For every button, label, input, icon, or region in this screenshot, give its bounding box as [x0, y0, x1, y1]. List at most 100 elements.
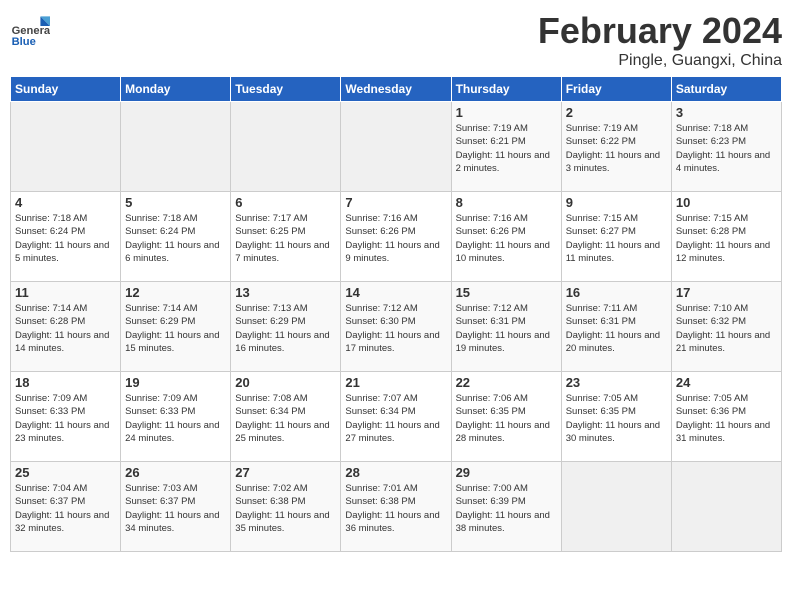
calendar-cell: 4 Sunrise: 7:18 AMSunset: 6:24 PMDaylight… — [11, 192, 121, 282]
day-info: Sunrise: 7:01 AMSunset: 6:38 PMDaylight:… — [345, 482, 446, 535]
day-number: 24 — [676, 375, 777, 390]
month-title: February 2024 — [538, 10, 782, 52]
calendar-cell: 5 Sunrise: 7:18 AMSunset: 6:24 PMDaylight… — [121, 192, 231, 282]
day-info: Sunrise: 7:08 AMSunset: 6:34 PMDaylight:… — [235, 392, 336, 445]
calendar-cell: 18 Sunrise: 7:09 AMSunset: 6:33 PMDayligh… — [11, 372, 121, 462]
day-number: 29 — [456, 465, 557, 480]
calendar-cell: 22Sunrise: 7:06 AMSunset: 6:35 PMDayligh… — [451, 372, 561, 462]
calendar-cell: 27 Sunrise: 7:02 AMSunset: 6:38 PMDayligh… — [231, 462, 341, 552]
day-info: Sunrise: 7:07 AMSunset: 6:34 PMDaylight:… — [345, 392, 446, 445]
day-number: 12 — [125, 285, 226, 300]
day-info: Sunrise: 7:18 AMSunset: 6:24 PMDaylight:… — [125, 212, 226, 265]
day-info: Sunrise: 7:14 AMSunset: 6:29 PMDaylight:… — [125, 302, 226, 355]
day-number: 23 — [566, 375, 667, 390]
weekday-header-monday: Monday — [121, 77, 231, 102]
day-number: 2 — [566, 105, 667, 120]
day-number: 3 — [676, 105, 777, 120]
calendar-cell: 19 Sunrise: 7:09 AMSunset: 6:33 PMDayligh… — [121, 372, 231, 462]
calendar-cell — [231, 102, 341, 192]
calendar-cell: 7 Sunrise: 7:16 AMSunset: 6:26 PMDaylight… — [341, 192, 451, 282]
calendar-cell: 24 Sunrise: 7:05 AMSunset: 6:36 PMDayligh… — [671, 372, 781, 462]
calendar-cell: 9 Sunrise: 7:15 AMSunset: 6:27 PMDaylight… — [561, 192, 671, 282]
day-info: Sunrise: 7:09 AMSunset: 6:33 PMDaylight:… — [125, 392, 226, 445]
day-info: Sunrise: 7:19 AMSunset: 6:21 PMDaylight:… — [456, 122, 557, 175]
calendar-week-1: 1 Sunrise: 7:19 AMSunset: 6:21 PMDaylight… — [11, 102, 782, 192]
calendar-table: SundayMondayTuesdayWednesdayThursdayFrid… — [10, 76, 782, 552]
calendar-cell: 23Sunrise: 7:05 AMSunset: 6:35 PMDayligh… — [561, 372, 671, 462]
day-info: Sunrise: 7:10 AMSunset: 6:32 PMDaylight:… — [676, 302, 777, 355]
calendar-cell: 17 Sunrise: 7:10 AMSunset: 6:32 PMDayligh… — [671, 282, 781, 372]
calendar-cell: 11Sunrise: 7:14 AMSunset: 6:28 PMDayligh… — [11, 282, 121, 372]
day-number: 17 — [676, 285, 777, 300]
day-info: Sunrise: 7:12 AMSunset: 6:30 PMDaylight:… — [345, 302, 446, 355]
day-info: Sunrise: 7:09 AMSunset: 6:33 PMDaylight:… — [15, 392, 116, 445]
day-number: 11 — [15, 285, 116, 300]
title-area: February 2024 Pingle, Guangxi, China — [538, 10, 782, 70]
calendar-cell — [671, 462, 781, 552]
day-info: Sunrise: 7:16 AMSunset: 6:26 PMDaylight:… — [456, 212, 557, 265]
calendar-cell: 6Sunrise: 7:17 AMSunset: 6:25 PMDaylight… — [231, 192, 341, 282]
day-number: 22 — [456, 375, 557, 390]
calendar-cell: 14 Sunrise: 7:12 AMSunset: 6:30 PMDayligh… — [341, 282, 451, 372]
calendar-cell: 25 Sunrise: 7:04 AMSunset: 6:37 PMDayligh… — [11, 462, 121, 552]
day-number: 28 — [345, 465, 446, 480]
day-info: Sunrise: 7:18 AMSunset: 6:23 PMDaylight:… — [676, 122, 777, 175]
day-number: 20 — [235, 375, 336, 390]
svg-text:Blue: Blue — [12, 36, 36, 48]
day-info: Sunrise: 7:04 AMSunset: 6:37 PMDaylight:… — [15, 482, 116, 535]
day-number: 14 — [345, 285, 446, 300]
day-number: 16 — [566, 285, 667, 300]
weekday-header-friday: Friday — [561, 77, 671, 102]
logo-icon: General Blue — [10, 10, 50, 50]
calendar-week-4: 18 Sunrise: 7:09 AMSunset: 6:33 PMDayligh… — [11, 372, 782, 462]
day-info: Sunrise: 7:02 AMSunset: 6:38 PMDaylight:… — [235, 482, 336, 535]
day-number: 21 — [345, 375, 446, 390]
day-number: 25 — [15, 465, 116, 480]
calendar-cell: 28 Sunrise: 7:01 AMSunset: 6:38 PMDayligh… — [341, 462, 451, 552]
day-info: Sunrise: 7:00 AMSunset: 6:39 PMDaylight:… — [456, 482, 557, 535]
day-number: 26 — [125, 465, 226, 480]
day-number: 8 — [456, 195, 557, 210]
calendar-cell — [11, 102, 121, 192]
day-number: 4 — [15, 195, 116, 210]
day-number: 13 — [235, 285, 336, 300]
day-info: Sunrise: 7:19 AMSunset: 6:22 PMDaylight:… — [566, 122, 667, 175]
calendar-cell: 1 Sunrise: 7:19 AMSunset: 6:21 PMDaylight… — [451, 102, 561, 192]
calendar-cell — [341, 102, 451, 192]
day-number: 7 — [345, 195, 446, 210]
weekday-header-wednesday: Wednesday — [341, 77, 451, 102]
day-number: 27 — [235, 465, 336, 480]
day-info: Sunrise: 7:13 AMSunset: 6:29 PMDaylight:… — [235, 302, 336, 355]
day-info: Sunrise: 7:12 AMSunset: 6:31 PMDaylight:… — [456, 302, 557, 355]
day-info: Sunrise: 7:05 AMSunset: 6:36 PMDaylight:… — [676, 392, 777, 445]
day-number: 6 — [235, 195, 336, 210]
calendar-cell: 16 Sunrise: 7:11 AMSunset: 6:31 PMDayligh… — [561, 282, 671, 372]
calendar-body: 1 Sunrise: 7:19 AMSunset: 6:21 PMDaylight… — [11, 102, 782, 552]
day-info: Sunrise: 7:11 AMSunset: 6:31 PMDaylight:… — [566, 302, 667, 355]
calendar-week-3: 11Sunrise: 7:14 AMSunset: 6:28 PMDayligh… — [11, 282, 782, 372]
calendar-cell: 15 Sunrise: 7:12 AMSunset: 6:31 PMDayligh… — [451, 282, 561, 372]
weekday-header-tuesday: Tuesday — [231, 77, 341, 102]
day-number: 15 — [456, 285, 557, 300]
day-number: 10 — [676, 195, 777, 210]
day-info: Sunrise: 7:03 AMSunset: 6:37 PMDaylight:… — [125, 482, 226, 535]
day-number: 18 — [15, 375, 116, 390]
calendar-cell: 10 Sunrise: 7:15 AMSunset: 6:28 PMDayligh… — [671, 192, 781, 282]
calendar-cell: 12 Sunrise: 7:14 AMSunset: 6:29 PMDayligh… — [121, 282, 231, 372]
day-number: 1 — [456, 105, 557, 120]
calendar-cell — [121, 102, 231, 192]
calendar-week-2: 4 Sunrise: 7:18 AMSunset: 6:24 PMDaylight… — [11, 192, 782, 282]
calendar-cell: 21 Sunrise: 7:07 AMSunset: 6:34 PMDayligh… — [341, 372, 451, 462]
calendar-cell: 8 Sunrise: 7:16 AMSunset: 6:26 PMDaylight… — [451, 192, 561, 282]
day-number: 5 — [125, 195, 226, 210]
weekday-header-sunday: Sunday — [11, 77, 121, 102]
day-number: 9 — [566, 195, 667, 210]
day-info: Sunrise: 7:15 AMSunset: 6:28 PMDaylight:… — [676, 212, 777, 265]
day-info: Sunrise: 7:16 AMSunset: 6:26 PMDaylight:… — [345, 212, 446, 265]
logo: General Blue — [10, 10, 54, 50]
day-number: 19 — [125, 375, 226, 390]
location: Pingle, Guangxi, China — [538, 52, 782, 70]
day-info: Sunrise: 7:18 AMSunset: 6:24 PMDaylight:… — [15, 212, 116, 265]
calendar-cell: 20 Sunrise: 7:08 AMSunset: 6:34 PMDayligh… — [231, 372, 341, 462]
day-info: Sunrise: 7:15 AMSunset: 6:27 PMDaylight:… — [566, 212, 667, 265]
